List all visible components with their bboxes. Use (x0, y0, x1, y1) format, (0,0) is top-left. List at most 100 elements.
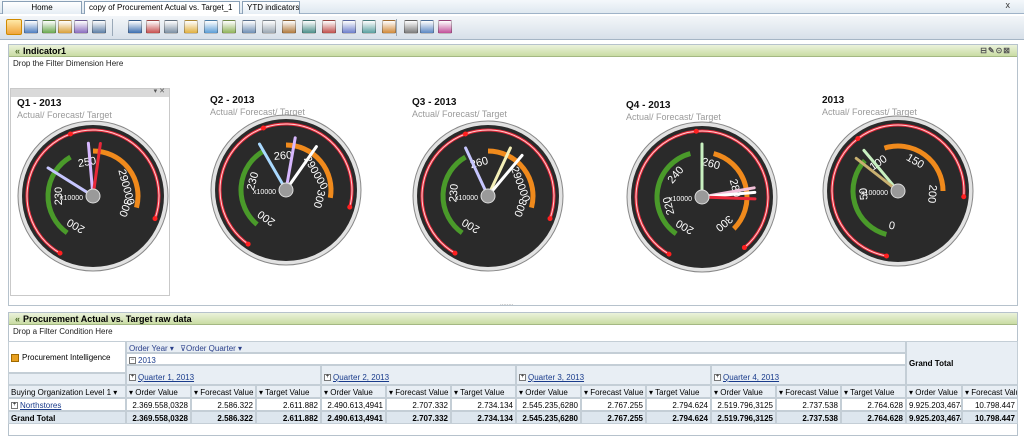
target-marker (57, 250, 63, 256)
measure-header[interactable]: ▾ Forecast Value (191, 385, 256, 398)
table-panel-title: Procurement Actual vs. Target raw data (23, 314, 192, 324)
collapse-box-icon[interactable]: − (129, 357, 136, 364)
quarter-link[interactable]: Quarter 2, 2013 (333, 373, 389, 382)
table-cell: 9.925.203,4674 (906, 411, 962, 424)
target-marker (462, 131, 468, 137)
indicator-panel-title: Indicator1 (23, 46, 67, 56)
refresh-icon[interactable] (204, 20, 218, 34)
cube-icon (11, 353, 19, 362)
table-panel-header: «Procurement Actual vs. Target raw data (9, 313, 1017, 325)
measure-header[interactable]: ▾ Order Value (906, 385, 962, 398)
expand-box-icon[interactable]: + (714, 374, 721, 382)
export-icon[interactable] (184, 20, 198, 34)
year-header[interactable]: −2013 (126, 353, 906, 365)
measure-header[interactable]: ▾ Order Value (126, 385, 191, 398)
measure-header[interactable]: ▾ Order Value (516, 385, 581, 398)
filter-drop-zone[interactable]: Drop the Filter Dimension Here (9, 57, 1017, 70)
table-cell: 10.798.447 (962, 398, 1018, 411)
row-label-link[interactable]: Northstores (20, 401, 61, 410)
measure-header[interactable]: ▾ Target Value (256, 385, 321, 398)
collapse-icon[interactable]: « (15, 46, 20, 56)
target-marker (855, 136, 861, 142)
quarter-header[interactable]: + Quarter 3, 2013 (516, 365, 711, 385)
table-cell: 2.767.255 (581, 398, 646, 411)
filter-icon[interactable] (262, 20, 276, 34)
measure-header[interactable]: ▾ Target Value (451, 385, 516, 398)
open-icon[interactable] (42, 20, 56, 34)
gauge-5[interactable]: 050100 150200x100000 (820, 113, 976, 269)
row-label[interactable]: + Northstores (8, 398, 126, 411)
panel-controls-icon[interactable]: ⊟✎⊙⊠ (980, 46, 1011, 55)
measure-header[interactable]: ▾ Forecast Value (581, 385, 646, 398)
gauge-2[interactable]: 200230260 290000300x10000 (208, 112, 364, 268)
table-cell: 2.734.134 (451, 411, 516, 424)
gauge-hub (890, 183, 906, 199)
layout-icon[interactable] (404, 20, 418, 34)
close-icon[interactable]: x (1006, 0, 1011, 10)
gauge-4[interactable]: 200220240260280300x10000 (624, 119, 780, 275)
sort-icon[interactable] (282, 20, 296, 34)
options-icon[interactable] (420, 20, 434, 34)
tab-home[interactable]: Home (2, 1, 82, 14)
target-marker (961, 194, 967, 200)
undo-icon[interactable] (222, 20, 236, 34)
measure-header[interactable]: ▾ Order Value (711, 385, 776, 398)
tab-ytd-indicators[interactable]: YTD indicators (242, 1, 300, 14)
save-as-icon[interactable] (146, 20, 160, 34)
copy-icon[interactable] (74, 20, 88, 34)
gauge-title: Q3 - 2013 (412, 97, 457, 108)
table-cell: 10.798.447 (962, 411, 1018, 424)
target-marker (245, 241, 251, 247)
table-cell: 2.737.538 (776, 398, 841, 411)
expand-box-icon[interactable]: + (324, 374, 331, 382)
measure-header[interactable]: ▾ Target Value (646, 385, 711, 398)
quarter-header[interactable]: + Quarter 1, 2013 (126, 365, 321, 385)
chart-icon[interactable] (362, 20, 376, 34)
gauge-title: Q4 - 2013 (626, 100, 671, 111)
settings-icon[interactable] (92, 20, 106, 34)
zoom-in-icon[interactable] (302, 20, 316, 34)
collapse-icon[interactable]: « (15, 314, 20, 324)
quarter-header[interactable]: + Quarter 2, 2013 (321, 365, 516, 385)
redo-icon[interactable] (242, 20, 256, 34)
tab-bar: Home copy of Procurement Actual vs. Targ… (0, 0, 1024, 14)
new-icon[interactable] (24, 20, 38, 34)
quarter-header[interactable]: + Quarter 4, 2013 (711, 365, 906, 385)
tab-procurement-copy[interactable]: copy of Procurement Actual vs. Target_1 (84, 1, 240, 14)
gauge-title: Q1 - 2013 (17, 98, 62, 109)
quarter-link[interactable]: Quarter 4, 2013 (723, 373, 779, 382)
dimension-chip[interactable]: Order Year ▾ (129, 344, 176, 352)
gauge-3[interactable]: 200230260290000300x10000 (410, 118, 566, 274)
year-link[interactable]: 2013 (138, 356, 156, 364)
home-icon[interactable] (6, 19, 22, 35)
row-dimension-header[interactable]: Buying Organization Level 1 ▾ (8, 385, 126, 398)
help-icon[interactable] (438, 20, 452, 34)
frame-controls-icon[interactable]: ▾ ✕ (154, 87, 165, 95)
measure-header[interactable]: ▾ Target Value (841, 385, 906, 398)
measure-header[interactable]: ▾ Forecast Value (776, 385, 841, 398)
target-marker (547, 216, 553, 222)
measure-header[interactable]: ▾ Order Value (321, 385, 386, 398)
color-icon[interactable] (382, 20, 396, 34)
dimension-chip[interactable]: ⊽Order Quarter ▾ (180, 344, 242, 352)
measure-header[interactable]: ▾ Forecast Value (386, 385, 451, 398)
zoom-out-icon[interactable] (322, 20, 336, 34)
table-icon[interactable] (342, 20, 356, 34)
table-cell: 2.764.628 (841, 398, 906, 411)
gauge-1[interactable]: 200230250290000300x10000 (15, 118, 171, 274)
folder-icon[interactable] (58, 20, 72, 34)
measure-header[interactable]: ▾ Forecast Value (962, 385, 1018, 398)
expand-box-icon[interactable]: + (129, 374, 136, 382)
column-dimension-bar: Order Year ▾ ⊽Order Quarter ▾ (126, 341, 906, 353)
cube-name: Procurement Intelligence (22, 353, 111, 362)
expand-box-icon[interactable]: + (519, 374, 526, 382)
expand-box-icon[interactable]: + (11, 402, 18, 410)
filter-condition-drop-zone[interactable]: Drop a Filter Condition Here (9, 325, 1017, 338)
panel-splitter[interactable]: ........ (500, 301, 513, 307)
print-icon[interactable] (164, 20, 178, 34)
quarter-link[interactable]: Quarter 3, 2013 (528, 373, 584, 382)
save-icon[interactable] (128, 20, 142, 34)
quarter-link[interactable]: Quarter 1, 2013 (138, 373, 194, 382)
gauge-multiplier: x10000 (669, 196, 692, 203)
table-cell: 2.611.882 (256, 398, 321, 411)
